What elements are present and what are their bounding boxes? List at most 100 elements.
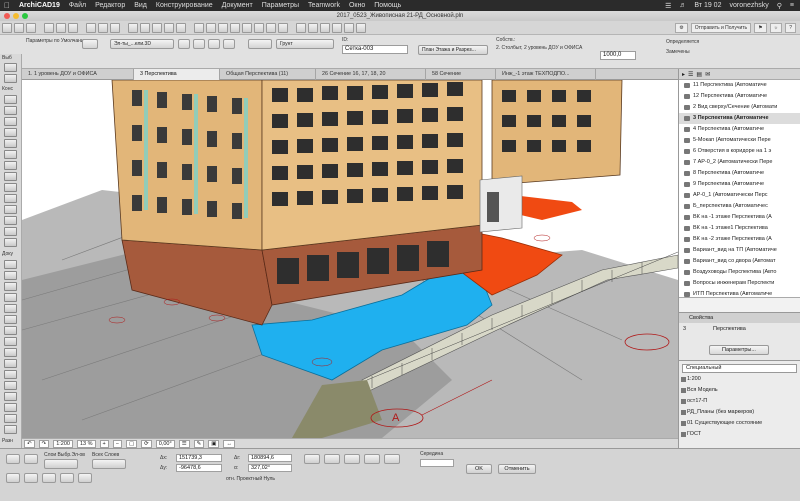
zoom-in-icon[interactable] xyxy=(308,22,318,33)
tab-floor-1[interactable]: 1. 1 уровень ДОУ и ОФИСА xyxy=(22,69,134,80)
close-window-button[interactable] xyxy=(4,13,10,19)
magic-wand-icon[interactable] xyxy=(140,22,150,33)
perpendicular-icon[interactable] xyxy=(364,454,380,464)
dimension-tool-icon[interactable] xyxy=(4,260,17,269)
all-layers-toggle[interactable] xyxy=(92,459,126,469)
change-tool-icon[interactable] xyxy=(4,403,17,412)
ok-button[interactable]: OK xyxy=(466,464,492,474)
layers-icon[interactable] xyxy=(176,22,186,33)
view-number[interactable]: 3 xyxy=(683,326,686,332)
menu-edit[interactable]: Редактор xyxy=(95,2,125,9)
zoom-out-icon[interactable] xyxy=(320,22,330,33)
arc-tool-icon[interactable] xyxy=(4,326,17,335)
volume-icon[interactable]: ♬ xyxy=(679,2,686,9)
apple-icon[interactable]:  xyxy=(4,1,10,10)
renovation-value[interactable]: 01 Существующее состояние xyxy=(687,420,762,426)
roof-tool-icon[interactable] xyxy=(4,172,17,181)
zoom-field[interactable]: 13 % xyxy=(76,439,96,448)
trace-icon[interactable] xyxy=(128,22,138,33)
search-icon[interactable]: ⚲ xyxy=(777,2,782,10)
id-field[interactable]: Сетка-003 xyxy=(342,45,408,54)
coord-x-field[interactable]: 151739,3 xyxy=(176,454,222,462)
gravity-icon[interactable] xyxy=(152,22,162,33)
view-map-tree[interactable]: 11 Перспектива (Автоматиче 12 Перспектив… xyxy=(679,80,800,298)
coord-a-field[interactable]: 327,02° xyxy=(248,464,292,472)
3d-view-icon[interactable] xyxy=(194,22,204,33)
element-settings-button[interactable]: Эл-ты_...ели.3D xyxy=(110,39,174,49)
dimension-std-icon[interactable]: ↔ xyxy=(223,439,235,448)
view-item[interactable]: Вопросы инженерам Перспекти xyxy=(679,278,800,289)
view-item[interactable]: 7 АР-0_2 (Автоматически Пере xyxy=(679,157,800,168)
slab-icon[interactable] xyxy=(254,22,264,33)
walls-icon[interactable] xyxy=(242,22,252,33)
layer-selected-toggle[interactable] xyxy=(44,459,78,469)
view-item[interactable]: 5-Мокап (Автоматически Пере xyxy=(679,135,800,146)
view-item[interactable]: ВК на -1 этаже Перспектива (А xyxy=(679,212,800,223)
zoom-out-icon[interactable]: − xyxy=(112,439,122,448)
window-tool-icon[interactable] xyxy=(4,128,17,137)
orbit-icon[interactable]: ⟳ xyxy=(141,439,152,448)
clock[interactable]: Вт 19 02 xyxy=(694,2,721,9)
view-item[interactable]: 6 Отверстия в коридоре на 1 э xyxy=(679,146,800,157)
view-item[interactable]: АР-0_1 (Автоматически Перс xyxy=(679,190,800,201)
roof-icon[interactable] xyxy=(266,22,276,33)
model-view-value[interactable]: РД_Планы (без маркеров) xyxy=(687,409,754,415)
paste-icon[interactable] xyxy=(110,22,120,33)
slab-tool-icon[interactable] xyxy=(4,161,17,170)
tab-section-58[interactable]: 58 Сечение xyxy=(426,69,496,80)
publisher-icon[interactable]: ✉ xyxy=(705,71,710,78)
ortho-icon[interactable] xyxy=(60,473,74,483)
app-menu[interactable]: ArchiCAD19 xyxy=(19,2,60,9)
view-item[interactable]: ВК на -1 этаже1 Перспектива xyxy=(679,223,800,234)
view-item[interactable]: 11 Перспектива (Автоматиче xyxy=(679,80,800,91)
cancel-button[interactable]: Отменить xyxy=(498,464,536,474)
wifi-icon[interactable]: ☰ xyxy=(665,2,671,10)
grid-snap-icon[interactable] xyxy=(164,22,174,33)
polyline-tool-icon[interactable] xyxy=(4,337,17,346)
coord-y-field[interactable]: -96478,6 xyxy=(176,464,222,472)
geometry-rect-icon[interactable] xyxy=(178,39,190,49)
tab-general-perspective[interactable]: Общая Перспектива (11) xyxy=(220,69,316,80)
section-tool-icon[interactable] xyxy=(4,359,17,368)
redo-icon[interactable] xyxy=(68,22,78,33)
morph-tool-icon[interactable] xyxy=(4,205,17,214)
snap-icon[interactable] xyxy=(6,473,20,483)
relative-constructon-icon[interactable] xyxy=(324,454,340,464)
shell-tool-icon[interactable] xyxy=(4,183,17,192)
menu-view[interactable]: Вид xyxy=(134,2,147,9)
tab-engineering[interactable]: Инж_-1 этаж ТЕХПОДПО... xyxy=(496,69,596,80)
magnet-icon[interactable] xyxy=(78,473,92,483)
snap-mode-select[interactable] xyxy=(420,459,454,467)
print-icon[interactable] xyxy=(44,22,54,33)
view-item[interactable]: 12 Перспектива (Автоматиче xyxy=(679,91,800,102)
username[interactable]: voronezhsky xyxy=(729,2,768,9)
view-item-selected[interactable]: 3 Перспектива (Автоматиче xyxy=(679,113,800,124)
beam-tool-icon[interactable] xyxy=(4,117,17,126)
cursor-snap-icon[interactable] xyxy=(304,454,320,464)
reserve-icon[interactable]: ⚑ xyxy=(754,22,767,33)
pen-set-icon[interactable]: ✎ xyxy=(193,439,205,448)
zone-tool-icon[interactable] xyxy=(4,227,17,236)
3d-viewport[interactable]: A xyxy=(22,80,678,438)
help-icon[interactable]: ? xyxy=(785,22,796,33)
grid-tool-icon[interactable] xyxy=(4,425,17,434)
layer-set-value[interactable]: ост17-П xyxy=(687,398,707,404)
grid-icon[interactable] xyxy=(42,473,56,483)
elevation-tool-icon[interactable] xyxy=(4,370,17,379)
view-item[interactable]: Вариант_вид со двора (Автомат xyxy=(679,256,800,267)
elevation-icon[interactable] xyxy=(218,22,228,33)
view-map-icon[interactable]: ☰ xyxy=(688,71,693,78)
angle-field[interactable]: 0,00° xyxy=(155,439,175,448)
marquee-tool-icon[interactable] xyxy=(4,74,17,83)
scale-field[interactable]: 1:200 xyxy=(53,439,73,448)
list-icon[interactable]: ≡ xyxy=(790,2,794,9)
open-file-icon[interactable] xyxy=(14,22,24,33)
selection-icon[interactable] xyxy=(82,39,98,49)
cut-icon[interactable] xyxy=(86,22,96,33)
view-item[interactable]: ВК на -2 этаже Перспектива (А xyxy=(679,234,800,245)
tab-section-26[interactable]: 26 Сечение 16, 17, 18, 20 xyxy=(316,69,426,80)
view-item[interactable]: Вариант_вид на ТП (Автоматиче xyxy=(679,245,800,256)
layout-book-icon[interactable]: ▤ xyxy=(696,71,702,78)
minimize-window-button[interactable] xyxy=(13,13,19,19)
value-field[interactable]: 1000,0 xyxy=(600,51,636,60)
